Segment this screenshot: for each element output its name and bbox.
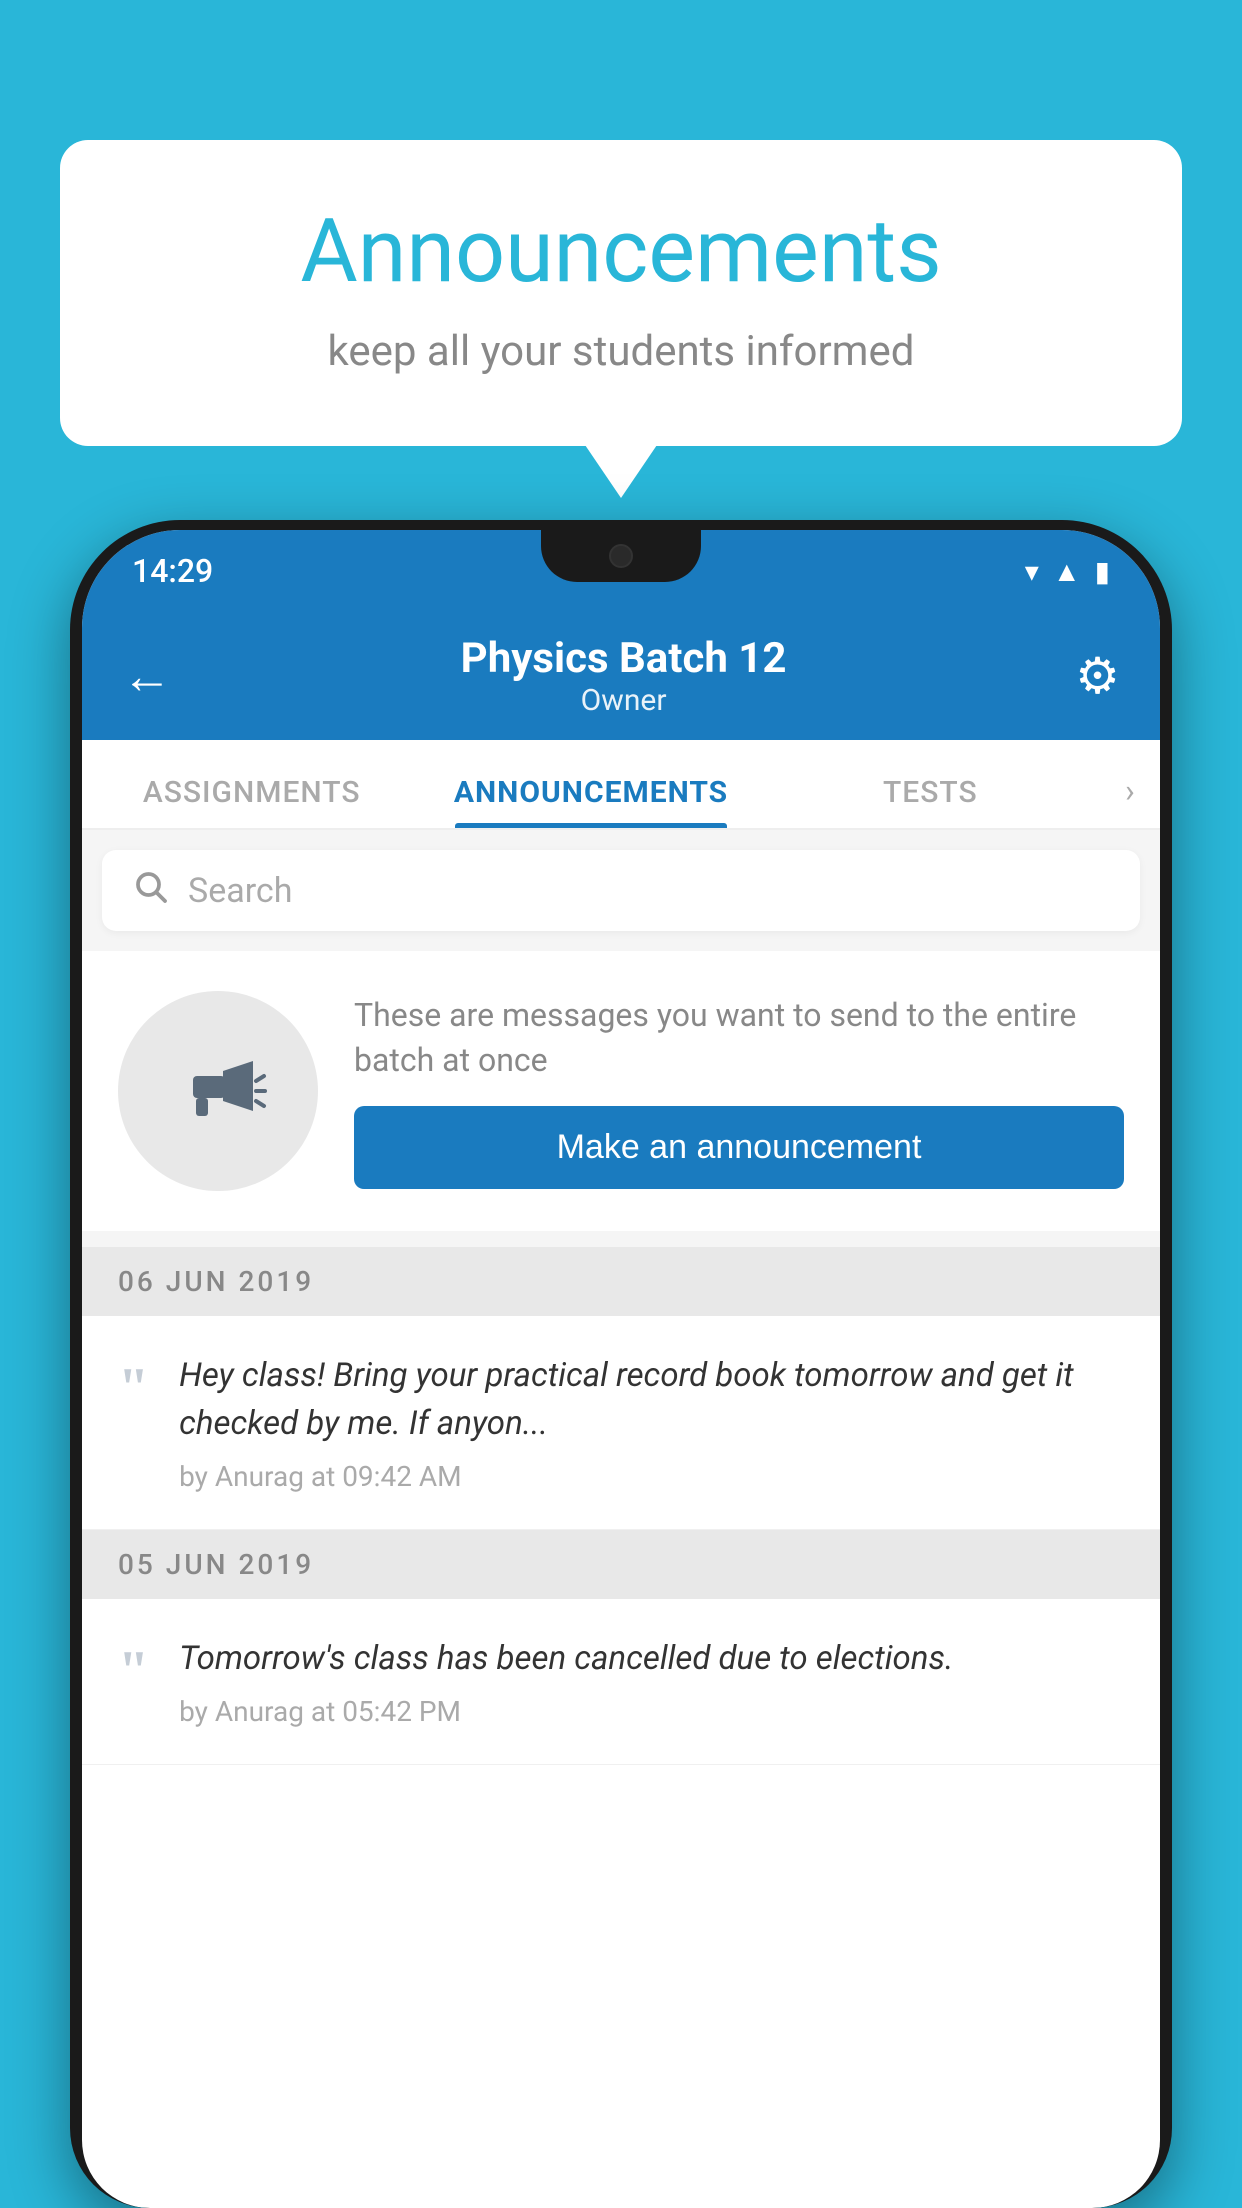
announcement-meta-2: by Anurag at 05:42 PM: [179, 1695, 1124, 1728]
speech-bubble-container: Announcements keep all your students inf…: [60, 140, 1182, 446]
search-bar[interactable]: Search: [102, 850, 1140, 931]
status-icons: ▾ ▲ ▮: [1025, 555, 1110, 588]
settings-icon[interactable]: ⚙: [1075, 647, 1120, 706]
back-button[interactable]: ←: [122, 647, 172, 706]
speech-bubble-subtitle: keep all your students informed: [140, 327, 1102, 376]
tab-tests[interactable]: TESTS: [761, 775, 1100, 828]
header-subtitle: Owner: [461, 683, 787, 718]
promo-card: These are messages you want to send to t…: [82, 951, 1160, 1231]
tab-more[interactable]: ›: [1100, 772, 1160, 828]
promo-text-side: These are messages you want to send to t…: [354, 993, 1124, 1190]
tab-announcements[interactable]: ANNOUNCEMENTS: [421, 775, 760, 828]
quote-icon-2: ": [118, 1643, 149, 1699]
signal-icon: ▲: [1053, 555, 1081, 588]
date-divider-1: 06 JUN 2019: [82, 1247, 1160, 1316]
content-area: Search These are me: [82, 830, 1160, 1765]
announcement-meta-1: by Anurag at 09:42 AM: [179, 1460, 1124, 1493]
tabs-bar: ASSIGNMENTS ANNOUNCEMENTS TESTS ›: [82, 740, 1160, 830]
status-time: 14:29: [132, 552, 213, 590]
announcement-item-1[interactable]: " Hey class! Bring your practical record…: [82, 1316, 1160, 1530]
announcement-item-2[interactable]: " Tomorrow's class has been cancelled du…: [82, 1599, 1160, 1765]
header-center: Physics Batch 12 Owner: [461, 634, 787, 718]
app-header: ← Physics Batch 12 Owner ⚙: [82, 612, 1160, 740]
notch: [541, 530, 701, 582]
camera-dot: [609, 544, 633, 568]
speech-bubble-title: Announcements: [140, 200, 1102, 303]
search-icon: [132, 868, 168, 913]
announcement-text-block-2: Tomorrow's class has been cancelled due …: [179, 1635, 1124, 1728]
search-placeholder: Search: [188, 871, 292, 911]
wifi-icon: ▾: [1025, 555, 1039, 588]
battery-icon: ▮: [1095, 555, 1110, 588]
date-divider-2: 05 JUN 2019: [82, 1530, 1160, 1599]
tab-assignments[interactable]: ASSIGNMENTS: [82, 775, 421, 828]
make-announcement-button[interactable]: Make an announcement: [354, 1106, 1124, 1189]
phone-screen: 14:29 ▾ ▲ ▮ ← Physics Batch 12 Owner ⚙ A…: [82, 530, 1160, 2208]
promo-description: These are messages you want to send to t…: [354, 993, 1124, 1083]
announcement-text-2: Tomorrow's class has been cancelled due …: [179, 1635, 1124, 1683]
phone-frame: 14:29 ▾ ▲ ▮ ← Physics Batch 12 Owner ⚙ A…: [70, 520, 1172, 2208]
announcement-text-block-1: Hey class! Bring your practical record b…: [179, 1352, 1124, 1493]
speech-bubble: Announcements keep all your students inf…: [60, 140, 1182, 446]
announcement-text-1: Hey class! Bring your practical record b…: [179, 1352, 1124, 1448]
quote-icon-1: ": [118, 1360, 149, 1416]
status-bar: 14:29 ▾ ▲ ▮: [82, 530, 1160, 612]
promo-icon-circle: [118, 991, 318, 1191]
header-title: Physics Batch 12: [461, 634, 787, 683]
